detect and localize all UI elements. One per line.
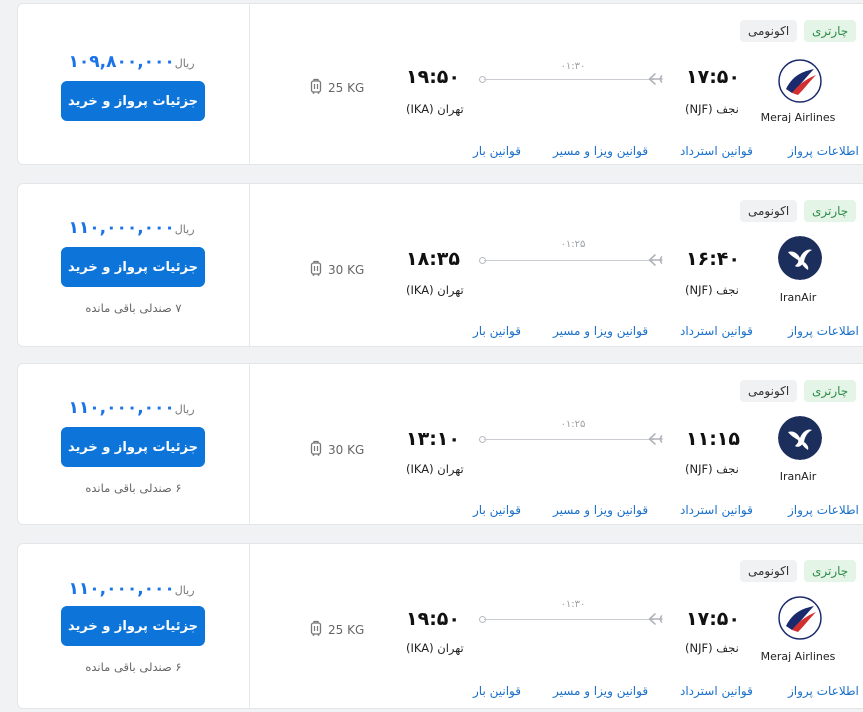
card-divider [249,184,250,346]
baggage-weight: 25 KG [328,622,365,637]
card-divider [249,4,250,164]
flight-card: ریال۱۰۹,۸۰۰,۰۰۰ جزئیات پرواز و خرید 25 K… [17,3,863,165]
airline-name: IranAir [779,470,817,483]
card-divider [249,544,250,708]
flight-info-link[interactable]: اطلاعات پرواز [788,324,859,338]
cabin-class-badge: اکونومی [740,200,798,222]
flight-info-link[interactable]: اطلاعات پرواز [788,684,859,698]
baggage-rules-link[interactable]: قوانین بار [473,324,521,338]
refund-rules-link[interactable]: قوانین استرداد [680,503,753,517]
baggage-info: 25 KG [310,620,364,639]
route-line [484,619,654,620]
refund-rules-link[interactable]: قوانین استرداد [680,324,753,338]
baggage-rules-link[interactable]: قوانین بار [473,684,521,698]
flight-duration: ۰۱:۳۰ [560,599,586,610]
visa-route-rules-link[interactable]: قوانین ویزا و مسیر [553,144,648,158]
departure-city: نجف (NJF) [685,102,739,116]
refund-rules-link[interactable]: قوانین استرداد [680,684,753,698]
arrival-time: ۱۸:۳۵ [406,248,460,270]
currency-label: ریال [174,584,195,597]
charter-badge: چارتری [804,380,857,402]
meraj-logo [778,596,822,640]
cabin-class-badge: اکونومی [740,20,798,42]
charter-badge: چارتری [804,560,857,582]
arrival-time: ۱۹:۵۰ [406,608,460,630]
visa-route-rules-link[interactable]: قوانین ویزا و مسیر [553,503,648,517]
iranair-logo [778,236,822,280]
visa-route-rules-link[interactable]: قوانین ویزا و مسیر [553,324,648,338]
flight-card: ریال۱۱۰,۰۰۰,۰۰۰ جزئیات پرواز و خرید ۶ صن… [17,363,863,525]
baggage-info: 25 KG [310,78,364,97]
luggage-icon [310,440,322,459]
flight-card: ریال۱۱۰,۰۰۰,۰۰۰ جزئیات پرواز و خرید ۷ صن… [17,183,863,347]
departure-city: نجف (NJF) [685,283,739,297]
meraj-logo [778,59,822,103]
airplane-icon [648,252,664,272]
currency-label: ریال [174,57,195,70]
charter-badge: چارتری [804,200,857,222]
departure-time: ۱۷:۵۰ [686,66,740,88]
luggage-icon [310,260,322,279]
baggage-rules-link[interactable]: قوانین بار [473,503,521,517]
cabin-class-badge: اکونومی [740,560,798,582]
visa-route-rules-link[interactable]: قوانین ویزا و مسیر [553,684,648,698]
baggage-weight: 25 KG [328,80,365,95]
airline-name: IranAir [779,291,817,304]
arrival-city: تهران (IKA) [406,283,464,297]
price-amount: ۱۱۰,۰۰۰,۰۰۰ [68,398,175,418]
departure-city: نجف (NJF) [685,641,739,655]
luggage-icon [310,620,322,639]
price-row: ریال۱۱۰,۰۰۰,۰۰۰ [18,218,249,238]
card-divider [249,364,250,524]
arrival-city: تهران (IKA) [406,641,464,655]
arrival-city: تهران (IKA) [406,462,464,476]
currency-label: ریال [174,403,195,416]
price-row: ریال۱۱۰,۰۰۰,۰۰۰ [18,398,249,418]
arrival-time: ۱۹:۵۰ [406,66,460,88]
price-amount: ۱۰۹,۸۰۰,۰۰۰ [68,52,175,72]
departure-time: ۱۷:۵۰ [686,608,740,630]
airline-name: Meraj Airlines [760,650,836,663]
flight-details-buy-button[interactable]: جزئیات پرواز و خرید [61,81,205,121]
baggage-rules-link[interactable]: قوانین بار [473,144,521,158]
flight-details-buy-button[interactable]: جزئیات پرواز و خرید [61,427,205,467]
flight-duration: ۰۱:۲۵ [560,419,586,430]
arrival-time: ۱۳:۱۰ [406,428,460,450]
price-row: ریال۱۰۹,۸۰۰,۰۰۰ [18,52,249,72]
departure-time: ۱۶:۴۰ [686,248,740,270]
route-line [484,79,654,80]
route-line [484,260,654,261]
flight-details-buy-button[interactable]: جزئیات پرواز و خرید [61,606,205,646]
currency-label: ریال [174,223,195,236]
flight-duration: ۰۱:۳۰ [560,61,586,72]
iranair-logo [778,416,822,460]
departure-city: نجف (NJF) [685,462,739,476]
seats-remaining: ۶ صندلی باقی مانده [85,481,182,495]
airplane-icon [648,71,664,91]
price-row: ریال۱۱۰,۰۰۰,۰۰۰ [18,579,249,599]
price-amount: ۱۱۰,۰۰۰,۰۰۰ [68,218,175,238]
seats-remaining: ۷ صندلی باقی مانده [85,301,182,315]
charter-badge: چارتری [804,20,857,42]
baggage-weight: 30 KG [328,442,365,457]
route-line [484,439,654,440]
baggage-info: 30 KG [310,260,364,279]
airline-name: Meraj Airlines [760,111,836,124]
flight-details-buy-button[interactable]: جزئیات پرواز و خرید [61,247,205,287]
flight-duration: ۰۱:۲۵ [560,239,586,250]
luggage-icon [310,78,322,97]
price-amount: ۱۱۰,۰۰۰,۰۰۰ [68,579,175,599]
baggage-info: 30 KG [310,440,364,459]
cabin-class-badge: اکونومی [740,380,798,402]
flight-info-link[interactable]: اطلاعات پرواز [788,503,859,517]
departure-time: ۱۱:۱۵ [686,428,740,450]
airplane-icon [648,431,664,451]
airplane-icon [648,611,664,631]
flight-info-link[interactable]: اطلاعات پرواز [788,144,859,158]
refund-rules-link[interactable]: قوانین استرداد [680,144,753,158]
seats-remaining: ۶ صندلی باقی مانده [85,660,182,674]
arrival-city: تهران (IKA) [406,102,464,116]
baggage-weight: 30 KG [328,262,365,277]
flight-card: ریال۱۱۰,۰۰۰,۰۰۰ جزئیات پرواز و خرید ۶ صن… [17,543,863,709]
